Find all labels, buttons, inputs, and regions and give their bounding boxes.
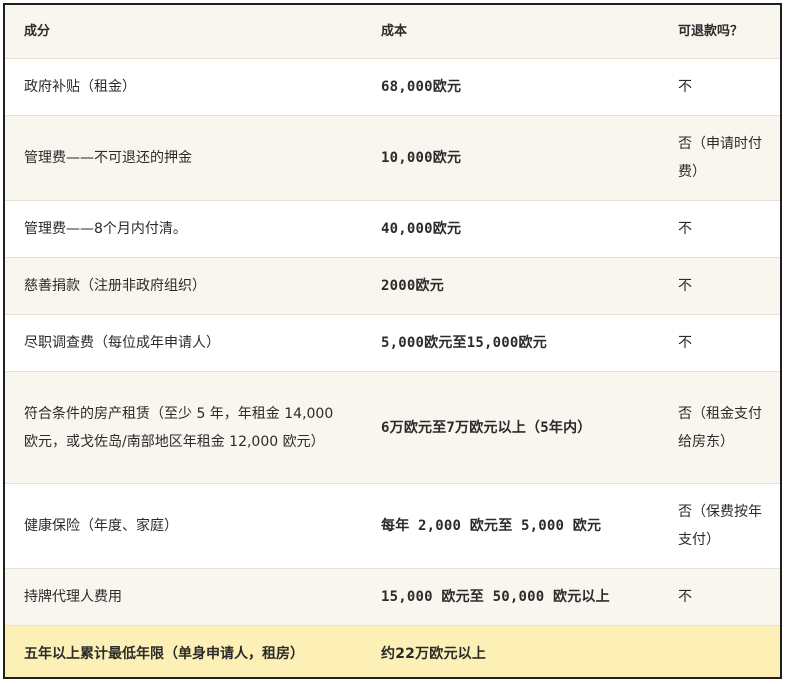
row-item: 管理费——不可退还的押金 bbox=[5, 115, 362, 201]
total-item: 五年以上累计最低年限（单身申请人，租房） bbox=[24, 645, 304, 662]
row-item: 健康保险（年度、家庭） bbox=[5, 483, 362, 569]
row-refundable: 不 bbox=[656, 200, 780, 258]
row-item: 慈善捐款（注册非政府组织） bbox=[5, 257, 362, 315]
row-cost: 每年 2,000 欧元至 5,000 欧元 bbox=[362, 483, 656, 569]
row-refundable: 不 bbox=[656, 568, 780, 626]
row-refundable: 不 bbox=[656, 314, 780, 372]
header-cost: 成本 bbox=[362, 5, 656, 59]
table-row: 管理费——不可退还的押金 10,000欧元 否（申请时付费） bbox=[5, 115, 780, 201]
row-cost: 10,000欧元 bbox=[362, 115, 656, 201]
row-item: 符合条件的房产租赁（至少 5 年，年租金 14,000 欧元，或戈佐岛/南部地区… bbox=[5, 371, 362, 484]
row-refundable: 否（租金支付给房东） bbox=[656, 371, 780, 484]
row-cost: 15,000 欧元至 50,000 欧元以上 bbox=[362, 568, 656, 626]
row-refundable: 不 bbox=[656, 257, 780, 315]
cost-table-frame: 成分 成本 可退款吗？ 政府补贴（租金） 68,000欧元 不 管理费——不可退… bbox=[3, 3, 782, 679]
row-cost: 68,000欧元 bbox=[362, 58, 656, 116]
table-row: 符合条件的房产租赁（至少 5 年，年租金 14,000 欧元，或戈佐岛/南部地区… bbox=[5, 371, 780, 484]
row-cost: 40,000欧元 bbox=[362, 200, 656, 258]
row-refundable: 不 bbox=[656, 58, 780, 116]
header-refundable: 可退款吗？ bbox=[656, 5, 780, 59]
table-row: 管理费——8个月内付清。 40,000欧元 不 bbox=[5, 200, 780, 258]
row-item: 尽职调查费（每位成年申请人） bbox=[5, 314, 362, 372]
row-item: 管理费——8个月内付清。 bbox=[5, 200, 362, 258]
total-row: 五年以上累计最低年限（单身申请人，租房） 约22万欧元以上 bbox=[5, 625, 780, 678]
table-row: 慈善捐款（注册非政府组织） 2000欧元 不 bbox=[5, 257, 780, 315]
row-item: 持牌代理人费用 bbox=[5, 568, 362, 626]
total-refundable bbox=[656, 626, 780, 678]
cost-table: 成分 成本 可退款吗？ 政府补贴（租金） 68,000欧元 不 管理费——不可退… bbox=[5, 5, 780, 678]
row-refundable: 否（保费按年支付） bbox=[656, 483, 780, 569]
table-row: 健康保险（年度、家庭） 每年 2,000 欧元至 5,000 欧元 否（保费按年… bbox=[5, 483, 780, 569]
table-header-row: 成分 成本 可退款吗？ bbox=[5, 5, 780, 59]
row-cost: 2000欧元 bbox=[362, 257, 656, 315]
row-item: 政府补贴（租金） bbox=[5, 58, 362, 116]
table-row: 政府补贴（租金） 68,000欧元 不 bbox=[5, 58, 780, 116]
header-component: 成分 bbox=[5, 5, 362, 59]
table-row: 尽职调查费（每位成年申请人） 5,000欧元至15,000欧元 不 bbox=[5, 314, 780, 372]
row-refundable: 否（申请时付费） bbox=[656, 115, 780, 201]
row-cost: 6万欧元至7万欧元以上（5年内） bbox=[362, 371, 656, 484]
row-cost: 5,000欧元至15,000欧元 bbox=[362, 314, 656, 372]
total-cost: 约22万欧元以上 bbox=[381, 645, 487, 662]
table-row: 持牌代理人费用 15,000 欧元至 50,000 欧元以上 不 bbox=[5, 568, 780, 626]
